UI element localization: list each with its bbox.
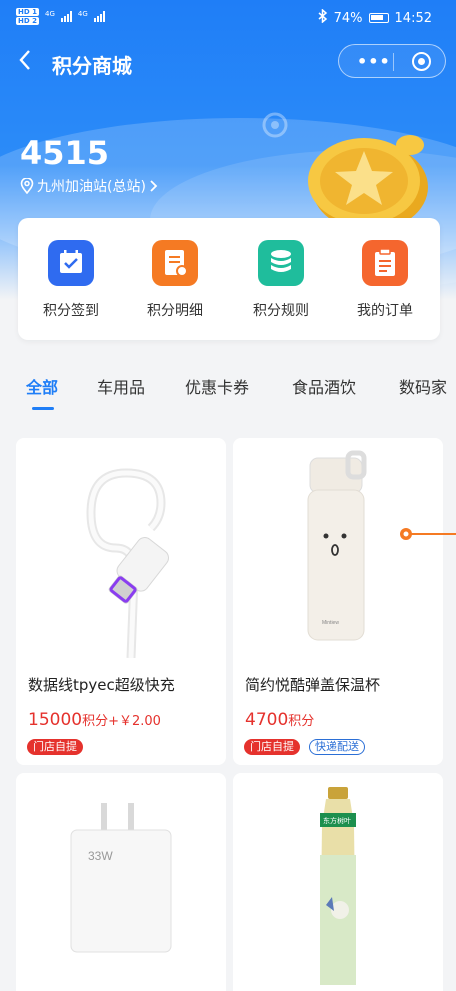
tab-coupons[interactable]: 优惠卡券: [185, 374, 249, 398]
network-label: 4G: [77, 9, 88, 18]
product-name: 简约悦酷弹盖保温杯: [245, 676, 381, 694]
quick-menu-card: 积分签到 积分明细 积分规则 我的订单: [18, 218, 440, 340]
menu-item-label: 我的订单: [357, 303, 413, 319]
charger-image: 33W: [70, 803, 172, 953]
category-tabs: 全部 车用品 优惠卡券 食品酒饮 数码家: [0, 368, 456, 418]
tab-car-goods[interactable]: 车用品: [97, 374, 145, 398]
menu-item-label: 积分签到: [43, 303, 99, 319]
tab-digital[interactable]: 数码家: [399, 374, 456, 398]
points-balance: 4515: [20, 134, 110, 172]
tag-store-pickup: 门店自提: [244, 739, 300, 755]
charger-label: 33W: [88, 849, 113, 863]
document-detail-icon: [152, 240, 198, 286]
price-extra: +￥2.00: [108, 714, 161, 729]
capsule-divider: [393, 53, 394, 71]
battery-icon: [368, 13, 389, 23]
product-name: 数据线tpyec超级快充: [28, 676, 175, 694]
price-unit: 积分: [288, 714, 315, 729]
target-circle-icon[interactable]: [412, 52, 431, 71]
chevron-left-icon[interactable]: [18, 48, 32, 77]
database-stack-icon: [258, 240, 304, 286]
more-dots-icon[interactable]: •••: [357, 52, 391, 71]
tag-store-pickup: 门店自提: [27, 739, 83, 755]
signal-icon: [60, 11, 72, 22]
bluetooth-icon: [318, 8, 328, 27]
price-unit: 积分: [82, 714, 109, 729]
product-card[interactable]: 33W: [16, 773, 226, 991]
tab-food-drinks[interactable]: 食品酒饮: [292, 374, 356, 398]
tag-express-delivery: 快递配送: [309, 739, 365, 755]
calendar-check-icon: [48, 240, 94, 286]
active-tab-indicator: [32, 407, 54, 410]
tab-all[interactable]: 全部: [26, 374, 58, 398]
menu-item-detail[interactable]: 积分明细: [130, 240, 220, 320]
battery-percent: 74%: [333, 10, 363, 26]
tea-bottle-image: 东方树叶: [320, 787, 356, 985]
location-pin-icon: [20, 178, 34, 194]
price-points: 4700: [245, 710, 289, 730]
product-card[interactable]: Mintiew 简约悦酷弹盖保温杯 4700积分 门店自提 快递配送: [233, 438, 443, 765]
page-title: 积分商城: [52, 54, 132, 78]
chevron-right-icon: [150, 180, 158, 192]
usb-c-cable-image: [86, 468, 170, 658]
decor-gear-icon: [262, 112, 288, 138]
sim2-badge: HD 2: [16, 17, 39, 25]
mini-program-capsule: •••: [338, 44, 446, 78]
signal-icon: [93, 11, 105, 22]
menu-item-checkin[interactable]: 积分签到: [26, 240, 116, 320]
product-price: 4700积分: [245, 710, 314, 730]
station-name: 九州加油站(总站): [37, 179, 146, 195]
menu-item-orders[interactable]: 我的订单: [340, 240, 430, 320]
floating-drag-handle[interactable]: [398, 527, 456, 541]
network-label: 4G: [44, 9, 55, 18]
navigation-bar: 积分商城 •••: [0, 40, 456, 86]
product-price: 15000积分+￥2.00: [28, 710, 161, 730]
product-card[interactable]: 东方树叶: [233, 773, 443, 991]
price-points: 15000: [28, 710, 83, 730]
station-selector[interactable]: 九州加油站(总站): [20, 176, 159, 196]
sim1-badge: HD 1: [16, 8, 39, 16]
menu-item-label: 积分规则: [253, 303, 309, 319]
thermos-cup-image: Mintiew: [307, 450, 367, 641]
clock: 14:52: [394, 10, 432, 26]
menu-item-label: 积分明细: [147, 303, 203, 319]
product-card[interactable]: 数据线tpyec超级快充 15000积分+￥2.00 门店自提: [16, 438, 226, 765]
menu-item-rules[interactable]: 积分规则: [236, 240, 326, 320]
clipboard-list-icon: [362, 240, 408, 286]
svg-text:Mintiew: Mintiew: [322, 620, 339, 626]
status-bar: HD 1 HD 2 4G 4G 74% 14:52: [0, 0, 456, 36]
bottle-label: 东方树叶: [323, 816, 351, 825]
